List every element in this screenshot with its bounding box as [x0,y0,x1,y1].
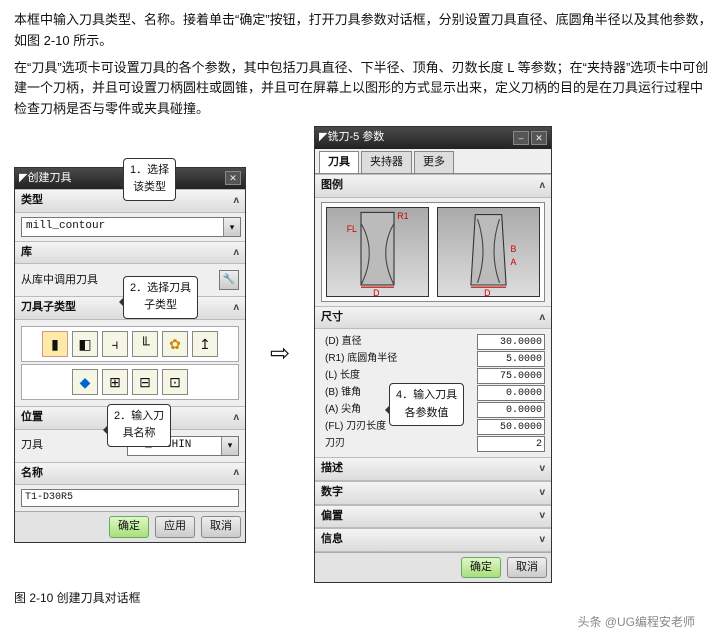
close-icon-right[interactable]: ✕ [531,131,547,145]
svg-text:FL: FL [347,224,357,234]
watermark: 头条 @UG编程安老师 [14,613,695,632]
tool-icon-10[interactable]: ⊡ [162,369,188,395]
dim-D-label: (D) 直径 [321,334,477,350]
section-desc[interactable]: 描述v [315,457,551,481]
cancel-button[interactable]: 取消 [201,516,241,538]
chevron-up-icon: ʌ [233,193,239,209]
dim-flutes-label: 刀刃 [321,436,477,452]
tool-icon-3[interactable]: ⫞ [102,331,128,357]
section-legend: 图例ʌ [315,174,551,198]
paragraph-2: 在“刀具”选项卡可设置刀具的各个参数，其中包括刀具直径、下半径、顶角、刃数长度 … [14,58,713,120]
minimize-icon[interactable]: – [513,131,529,145]
create-tool-dialog: ◤ 创建刀具 ✕ 类型ʌ mill_contour ▾ 库ʌ 从库中调用刀具 🔧… [14,167,246,543]
name-input[interactable]: T1-D30R5 [21,489,239,507]
tab-tool[interactable]: 刀具 [319,151,359,174]
paragraph-1: 本框中输入刀具类型、名称。接着单击“确定”按钮，打开刀具参数对话框，分别设置刀具… [14,10,713,52]
dim-FL-input[interactable]: 50.0000 [477,419,545,435]
svg-text:D: D [373,288,379,296]
dim-D-input[interactable]: 30.0000 [477,334,545,350]
section-size: 尺寸ʌ [315,306,551,330]
bit-iso-icon: B A D [438,208,539,296]
tool-icon-9[interactable]: ⊟ [132,369,158,395]
subtype-row2: ◆ ⊞ ⊟ ⊡ [21,364,239,400]
ok-button[interactable]: 确定 [109,516,149,538]
dim-L-label: (L) 长度 [321,368,477,384]
tool-diagram: FL D R1 B A D [321,202,545,302]
callout-4: 4．输入刀具 各参数值 [389,383,464,426]
chevron-down-icon: v [539,461,545,477]
window-title: 创建刀具 [27,170,71,188]
window-icon: ◤ [19,170,27,188]
arrow-icon: ⇨ [260,335,300,373]
dim-B-input[interactable]: 0.0000 [477,385,545,401]
svg-text:A: A [511,257,517,267]
section-library: 库ʌ [15,241,245,265]
callout-1: 1．选择 该类型 [123,158,176,201]
tool-icon-2[interactable]: ◧ [72,331,98,357]
tab-holder[interactable]: 夹持器 [361,151,412,174]
tab-bar: 刀具 夹持器 更多 [315,149,551,175]
window-icon: ◤ [319,129,327,147]
library-button[interactable]: 🔧 [219,270,239,290]
tool-icon-6[interactable]: ↥ [192,331,218,357]
type-dropdown[interactable]: mill_contour ▾ [21,217,241,237]
svg-text:R1: R1 [397,211,408,221]
dropdown-icon-2[interactable]: ▾ [221,437,238,455]
svg-text:B: B [511,244,517,254]
mill-params-dialog: ◤ 铣刀-5 参数 – ✕ 刀具 夹持器 更多 图例ʌ FL [314,126,552,583]
figure-area: ◤ 创建刀具 ✕ 类型ʌ mill_contour ▾ 库ʌ 从库中调用刀具 🔧… [14,126,713,583]
close-icon[interactable]: ✕ [225,171,241,185]
dropdown-icon[interactable]: ▾ [223,218,240,236]
dim-R1-label: (R1) 底圆角半径 [321,351,477,367]
svg-text:D: D [484,288,490,296]
section-offset[interactable]: 偏置v [315,505,551,529]
tab-more[interactable]: 更多 [414,151,454,174]
callout-2: 2．选择刀具 子类型 [123,276,198,319]
subtype-row1: ▮ ◧ ⫞ ╙ ✿ ↥ [21,326,239,362]
tool-icon-8[interactable]: ⊞ [102,369,128,395]
tool-icon-1[interactable]: ▮ [42,331,68,357]
cancel-button-right[interactable]: 取消 [507,557,547,579]
callout-3: 2．输入刀 具名称 [107,404,171,447]
tool-icon-5[interactable]: ✿ [162,331,188,357]
dim-flutes-input[interactable]: 2 [477,436,545,452]
tool-icon-4[interactable]: ╙ [132,331,158,357]
tool-icon-7[interactable]: ◆ [72,369,98,395]
titlebar-right: ◤ 铣刀-5 参数 – ✕ [315,127,551,149]
dim-R1-input[interactable]: 5.0000 [477,351,545,367]
bit-side-icon: FL D R1 [327,208,428,296]
ok-button-right[interactable]: 确定 [461,557,501,579]
dim-L-input[interactable]: 75.0000 [477,368,545,384]
figure-caption: 图 2-10 创建刀具对话框 [14,589,713,608]
apply-button[interactable]: 应用 [155,516,195,538]
dim-A-input[interactable]: 0.0000 [477,402,545,418]
section-num[interactable]: 数字v [315,481,551,505]
section-info[interactable]: 信息v [315,528,551,552]
window-title-right: 铣刀-5 参数 [327,129,384,147]
section-name: 名称ʌ [15,462,245,486]
